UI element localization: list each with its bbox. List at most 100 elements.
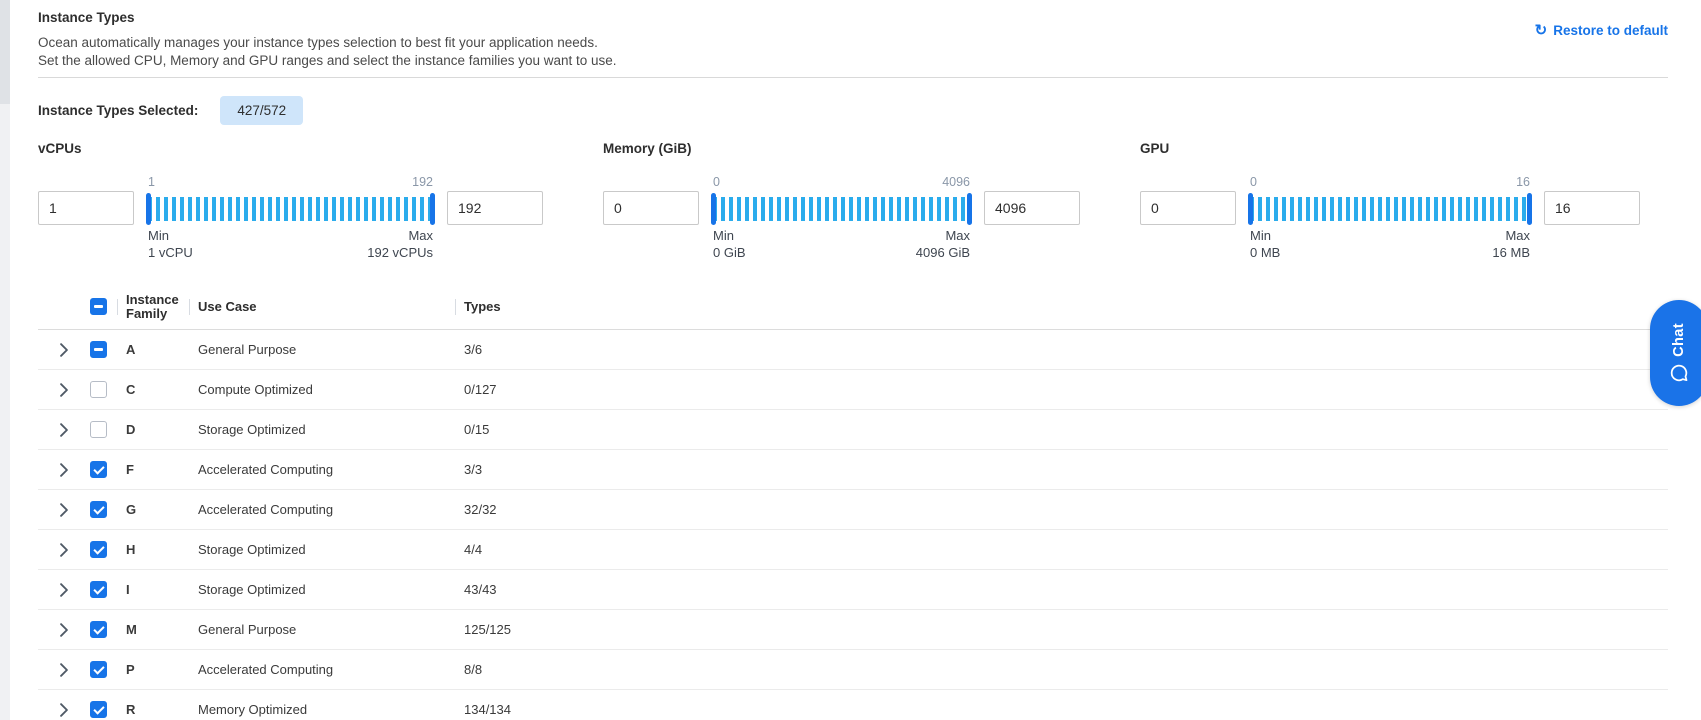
memory-max-label: Max bbox=[945, 228, 970, 243]
memory-max-tick-label: 4096 bbox=[942, 175, 970, 191]
table-row: M General Purpose 125/125 bbox=[38, 610, 1668, 650]
row-checkbox[interactable] bbox=[90, 341, 107, 358]
gpu-max-label: Max bbox=[1505, 228, 1530, 243]
table-row: G Accelerated Computing 32/32 bbox=[38, 490, 1668, 530]
memory-min-caption: 0 GiB bbox=[713, 245, 746, 260]
vcpu-min-tick-label: 1 bbox=[148, 175, 155, 191]
row-use-case: Accelerated Computing bbox=[198, 662, 464, 677]
gpu-min-input[interactable] bbox=[1140, 191, 1236, 225]
gpu-slider-track[interactable] bbox=[1250, 192, 1530, 226]
row-checkbox[interactable] bbox=[90, 541, 107, 558]
row-types: 0/127 bbox=[464, 382, 1668, 397]
row-expand-button[interactable] bbox=[38, 583, 90, 597]
row-family: I bbox=[126, 582, 198, 597]
table-row: R Memory Optimized 134/134 bbox=[38, 690, 1668, 720]
vcpu-max-label: Max bbox=[408, 228, 433, 243]
row-expand-button[interactable] bbox=[38, 703, 90, 717]
row-types: 43/43 bbox=[464, 582, 1668, 597]
row-family: F bbox=[126, 462, 198, 477]
gpu-label: GPU bbox=[1140, 141, 1640, 157]
column-header-use-case: Use Case bbox=[198, 300, 464, 314]
chat-button-label: Chat bbox=[1671, 323, 1687, 357]
select-all-checkbox[interactable] bbox=[90, 298, 107, 315]
row-checkbox[interactable] bbox=[90, 581, 107, 598]
row-use-case: Accelerated Computing bbox=[198, 462, 464, 477]
vcpu-max-tick-label: 192 bbox=[412, 175, 433, 191]
table-row: F Accelerated Computing 3/3 bbox=[38, 450, 1668, 490]
memory-label: Memory (GiB) bbox=[603, 141, 1080, 157]
gpu-slider-section: GPU 0 16 Min Max bbox=[1140, 141, 1640, 260]
row-expand-button[interactable] bbox=[38, 343, 90, 357]
row-checkbox[interactable] bbox=[90, 621, 107, 638]
instance-table-body: A General Purpose 3/6 C Compute Optimize… bbox=[38, 330, 1668, 720]
memory-min-input[interactable] bbox=[603, 191, 699, 225]
row-expand-button[interactable] bbox=[38, 383, 90, 397]
vcpu-min-input[interactable] bbox=[38, 191, 134, 225]
gpu-slider-min-handle[interactable] bbox=[1248, 193, 1253, 225]
left-scroll-rail[interactable] bbox=[0, 0, 10, 720]
description-line-1: Ocean automatically manages your instanc… bbox=[38, 34, 1668, 52]
page-description: Ocean automatically manages your instanc… bbox=[38, 34, 1668, 70]
left-scroll-thumb[interactable] bbox=[0, 0, 10, 104]
restore-label: Restore to default bbox=[1553, 23, 1668, 38]
memory-slider-track[interactable] bbox=[713, 192, 970, 226]
vcpu-slider-min-handle[interactable] bbox=[146, 193, 151, 225]
gpu-min-label: Min bbox=[1250, 228, 1271, 243]
gpu-min-caption: 0 MB bbox=[1250, 245, 1280, 260]
row-types: 4/4 bbox=[464, 542, 1668, 557]
gpu-max-caption: 16 MB bbox=[1492, 245, 1530, 260]
vcpu-max-input[interactable] bbox=[447, 191, 543, 225]
row-expand-button[interactable] bbox=[38, 463, 90, 477]
table-row: D Storage Optimized 0/15 bbox=[38, 410, 1668, 450]
chevron-right-icon bbox=[59, 383, 69, 397]
row-family: R bbox=[126, 702, 198, 717]
vcpu-max-caption: 192 vCPUs bbox=[367, 245, 433, 260]
vcpu-min-caption: 1 vCPU bbox=[148, 245, 193, 260]
memory-max-caption: 4096 GiB bbox=[916, 245, 970, 260]
gpu-slider-max-handle[interactable] bbox=[1527, 193, 1532, 225]
row-expand-button[interactable] bbox=[38, 663, 90, 677]
table-row: P Accelerated Computing 8/8 bbox=[38, 650, 1668, 690]
chevron-right-icon bbox=[59, 543, 69, 557]
row-family: D bbox=[126, 422, 198, 437]
row-checkbox[interactable] bbox=[90, 501, 107, 518]
chevron-right-icon bbox=[59, 463, 69, 477]
row-checkbox[interactable] bbox=[90, 421, 107, 438]
table-row: C Compute Optimized 0/127 bbox=[38, 370, 1668, 410]
gpu-min-tick-label: 0 bbox=[1250, 175, 1257, 191]
row-family: M bbox=[126, 622, 198, 637]
row-types: 3/6 bbox=[464, 342, 1668, 357]
gpu-max-input[interactable] bbox=[1544, 191, 1640, 225]
row-expand-button[interactable] bbox=[38, 543, 90, 557]
row-expand-button[interactable] bbox=[38, 623, 90, 637]
row-checkbox[interactable] bbox=[90, 701, 107, 718]
vcpu-label: vCPUs bbox=[38, 141, 543, 157]
row-checkbox[interactable] bbox=[90, 661, 107, 678]
vcpu-slider-track[interactable] bbox=[148, 192, 433, 226]
row-expand-button[interactable] bbox=[38, 423, 90, 437]
chat-button[interactable]: Chat bbox=[1650, 300, 1701, 406]
memory-min-label: Min bbox=[713, 228, 734, 243]
chevron-right-icon bbox=[59, 663, 69, 677]
row-expand-button[interactable] bbox=[38, 503, 90, 517]
chevron-right-icon bbox=[59, 623, 69, 637]
row-checkbox[interactable] bbox=[90, 461, 107, 478]
memory-max-input[interactable] bbox=[984, 191, 1080, 225]
restore-to-default-button[interactable]: ↻ Restore to default bbox=[1535, 23, 1668, 38]
gpu-max-tick-label: 16 bbox=[1516, 175, 1530, 191]
description-line-2: Set the allowed CPU, Memory and GPU rang… bbox=[38, 52, 1668, 70]
row-use-case: General Purpose bbox=[198, 342, 464, 357]
row-use-case: General Purpose bbox=[198, 622, 464, 637]
memory-slider-section: Memory (GiB) 0 4096 Min bbox=[603, 141, 1080, 260]
column-header-types: Types bbox=[464, 300, 1668, 314]
instance-types-panel: Instance Types Ocean automatically manag… bbox=[0, 0, 1701, 720]
memory-slider-max-handle[interactable] bbox=[967, 193, 972, 225]
chevron-right-icon bbox=[59, 583, 69, 597]
memory-slider-min-handle[interactable] bbox=[711, 193, 716, 225]
row-family: G bbox=[126, 502, 198, 517]
vcpu-slider-max-handle[interactable] bbox=[430, 193, 435, 225]
instance-types-selected-badge: 427/572 bbox=[220, 96, 303, 125]
column-header-instance-family: Instance Family bbox=[126, 293, 198, 321]
restore-icon: ↻ bbox=[1535, 23, 1548, 38]
row-checkbox[interactable] bbox=[90, 381, 107, 398]
